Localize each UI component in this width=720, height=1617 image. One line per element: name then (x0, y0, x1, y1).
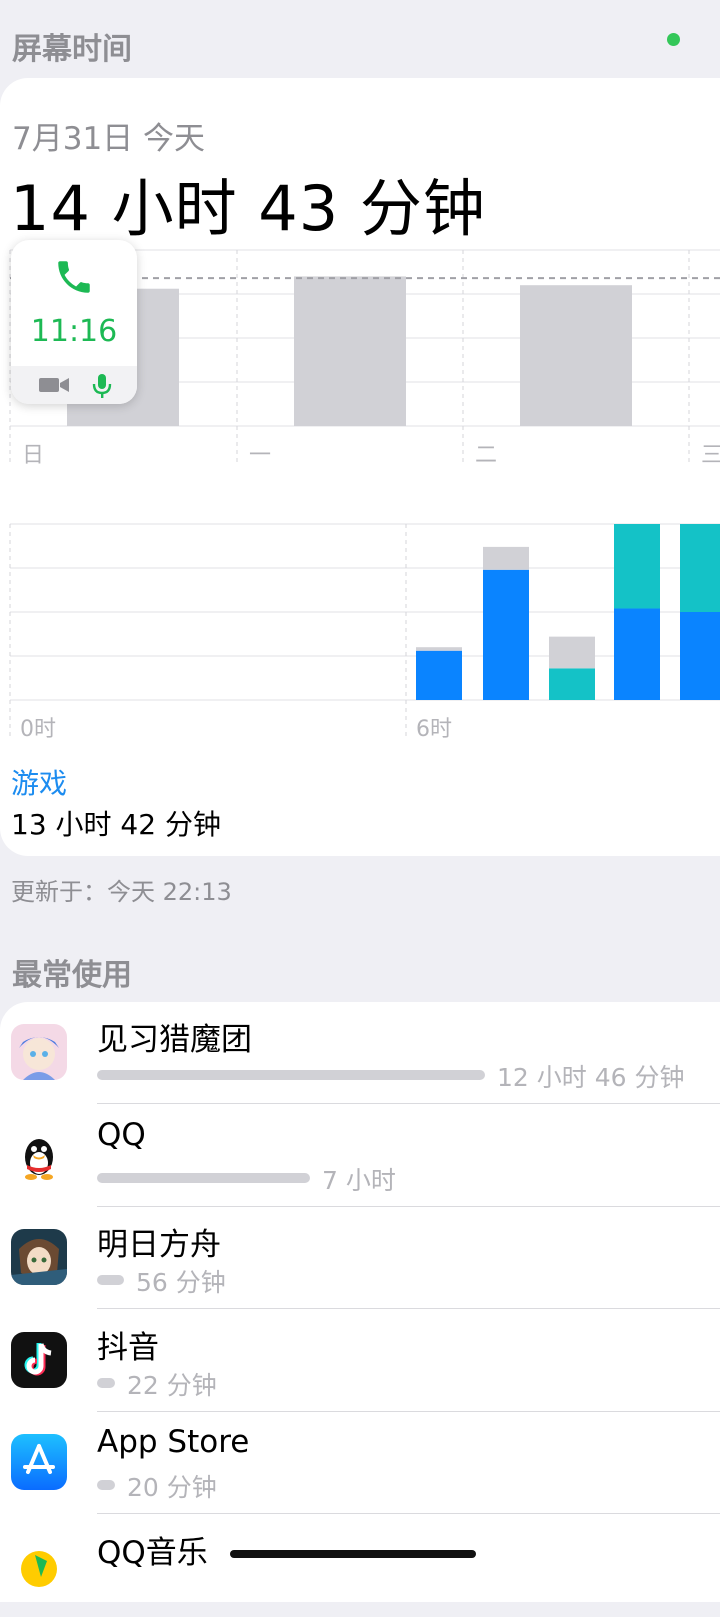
app-usage-time: 22 分钟 (127, 1370, 217, 1400)
video-camera-icon[interactable] (39, 376, 69, 394)
weekly-day-label: 三 (701, 443, 720, 468)
app-row[interactable]: QQ音乐 (0, 1515, 720, 1617)
app-row[interactable]: App Store 20 分钟 (0, 1412, 720, 1514)
app-usage-bar (97, 1070, 485, 1080)
call-floating-widget[interactable]: 11:16 (11, 240, 137, 404)
hourly-bar-blue[interactable] (416, 650, 462, 700)
app-usage-bar (97, 1275, 124, 1285)
app-name: 明日方舟 (97, 1227, 221, 1263)
app-name: App Store (97, 1424, 250, 1460)
app-name: QQ音乐 (97, 1534, 208, 1571)
most-used-title: 最常使用 (12, 958, 132, 993)
app-name: 抖音 (97, 1329, 159, 1366)
call-controls (11, 366, 137, 404)
hourly-bar-blue[interactable] (483, 569, 529, 700)
hourly-bar-teal[interactable] (549, 668, 595, 700)
hourly-bar-blue[interactable] (614, 608, 660, 700)
hourly-bar-gray[interactable] (483, 546, 529, 570)
hourly-label: 0时 (20, 717, 56, 742)
updated-timestamp: 更新于：今天 22:13 (11, 878, 232, 906)
weekly-day-label: 一 (249, 443, 271, 468)
category-time: 13 小时 42 分钟 (11, 808, 221, 841)
hourly-bar-teal[interactable] (614, 524, 660, 609)
app-row[interactable]: QQ 7 小时 (0, 1105, 720, 1207)
app-usage-bar (97, 1172, 310, 1183)
arknights-icon (11, 1229, 67, 1285)
game-character-icon (11, 1024, 67, 1080)
app-row[interactable]: 抖音 22 分钟 (0, 1310, 720, 1412)
app-row[interactable]: 见习猎魔团 12 小时 46 分钟 (0, 1002, 720, 1104)
app-usage-bar (97, 1480, 115, 1490)
weekly-bar[interactable] (520, 285, 632, 426)
app-usage-time: 20 分钟 (127, 1473, 217, 1502)
hourly-label: 6时 (416, 717, 452, 742)
app-usage-time: 7 小时 (322, 1165, 396, 1195)
weekly-day-label: 二 (475, 443, 497, 468)
tiktok-icon (11, 1331, 67, 1388)
app-usage-time: 12 小时 46 分钟 (497, 1063, 685, 1092)
weekly-bar[interactable] (294, 276, 406, 426)
app-row[interactable]: 明日方舟 56 分钟 (0, 1207, 720, 1309)
app-name: QQ (97, 1116, 146, 1153)
home-indicator[interactable] (230, 1550, 476, 1558)
app-name: 见习猎魔团 (97, 1022, 252, 1058)
weekly-day-label: 日 (22, 443, 44, 468)
app-usage-bar (97, 1377, 115, 1388)
total-screen-time: 14 小时 43 分钟 (10, 172, 486, 245)
hourly-bar-teal[interactable] (680, 524, 720, 612)
hourly-bar-blue[interactable] (680, 612, 720, 700)
microphone-icon[interactable] (91, 373, 113, 399)
phone-icon (58, 261, 90, 293)
qq-music-icon (11, 1536, 67, 1593)
page-title: 屏幕时间 (12, 32, 132, 67)
qq-penguin-icon (11, 1126, 67, 1183)
call-duration: 11:16 (30, 314, 118, 349)
app-usage-time: 56 分钟 (136, 1268, 226, 1297)
app-store-icon (11, 1434, 67, 1490)
date-label: 7月31日 今天 (12, 121, 206, 157)
hourly-usage-chart[interactable]: 0时 6时 (0, 522, 720, 742)
status-dot-indicator (667, 33, 680, 46)
hourly-bar-gray[interactable] (416, 647, 462, 651)
hourly-bar-gray[interactable] (549, 636, 595, 669)
category-name-link[interactable]: 游戏 (11, 762, 67, 802)
hourly-chart-svg: 0时 6时 (9, 523, 720, 742)
